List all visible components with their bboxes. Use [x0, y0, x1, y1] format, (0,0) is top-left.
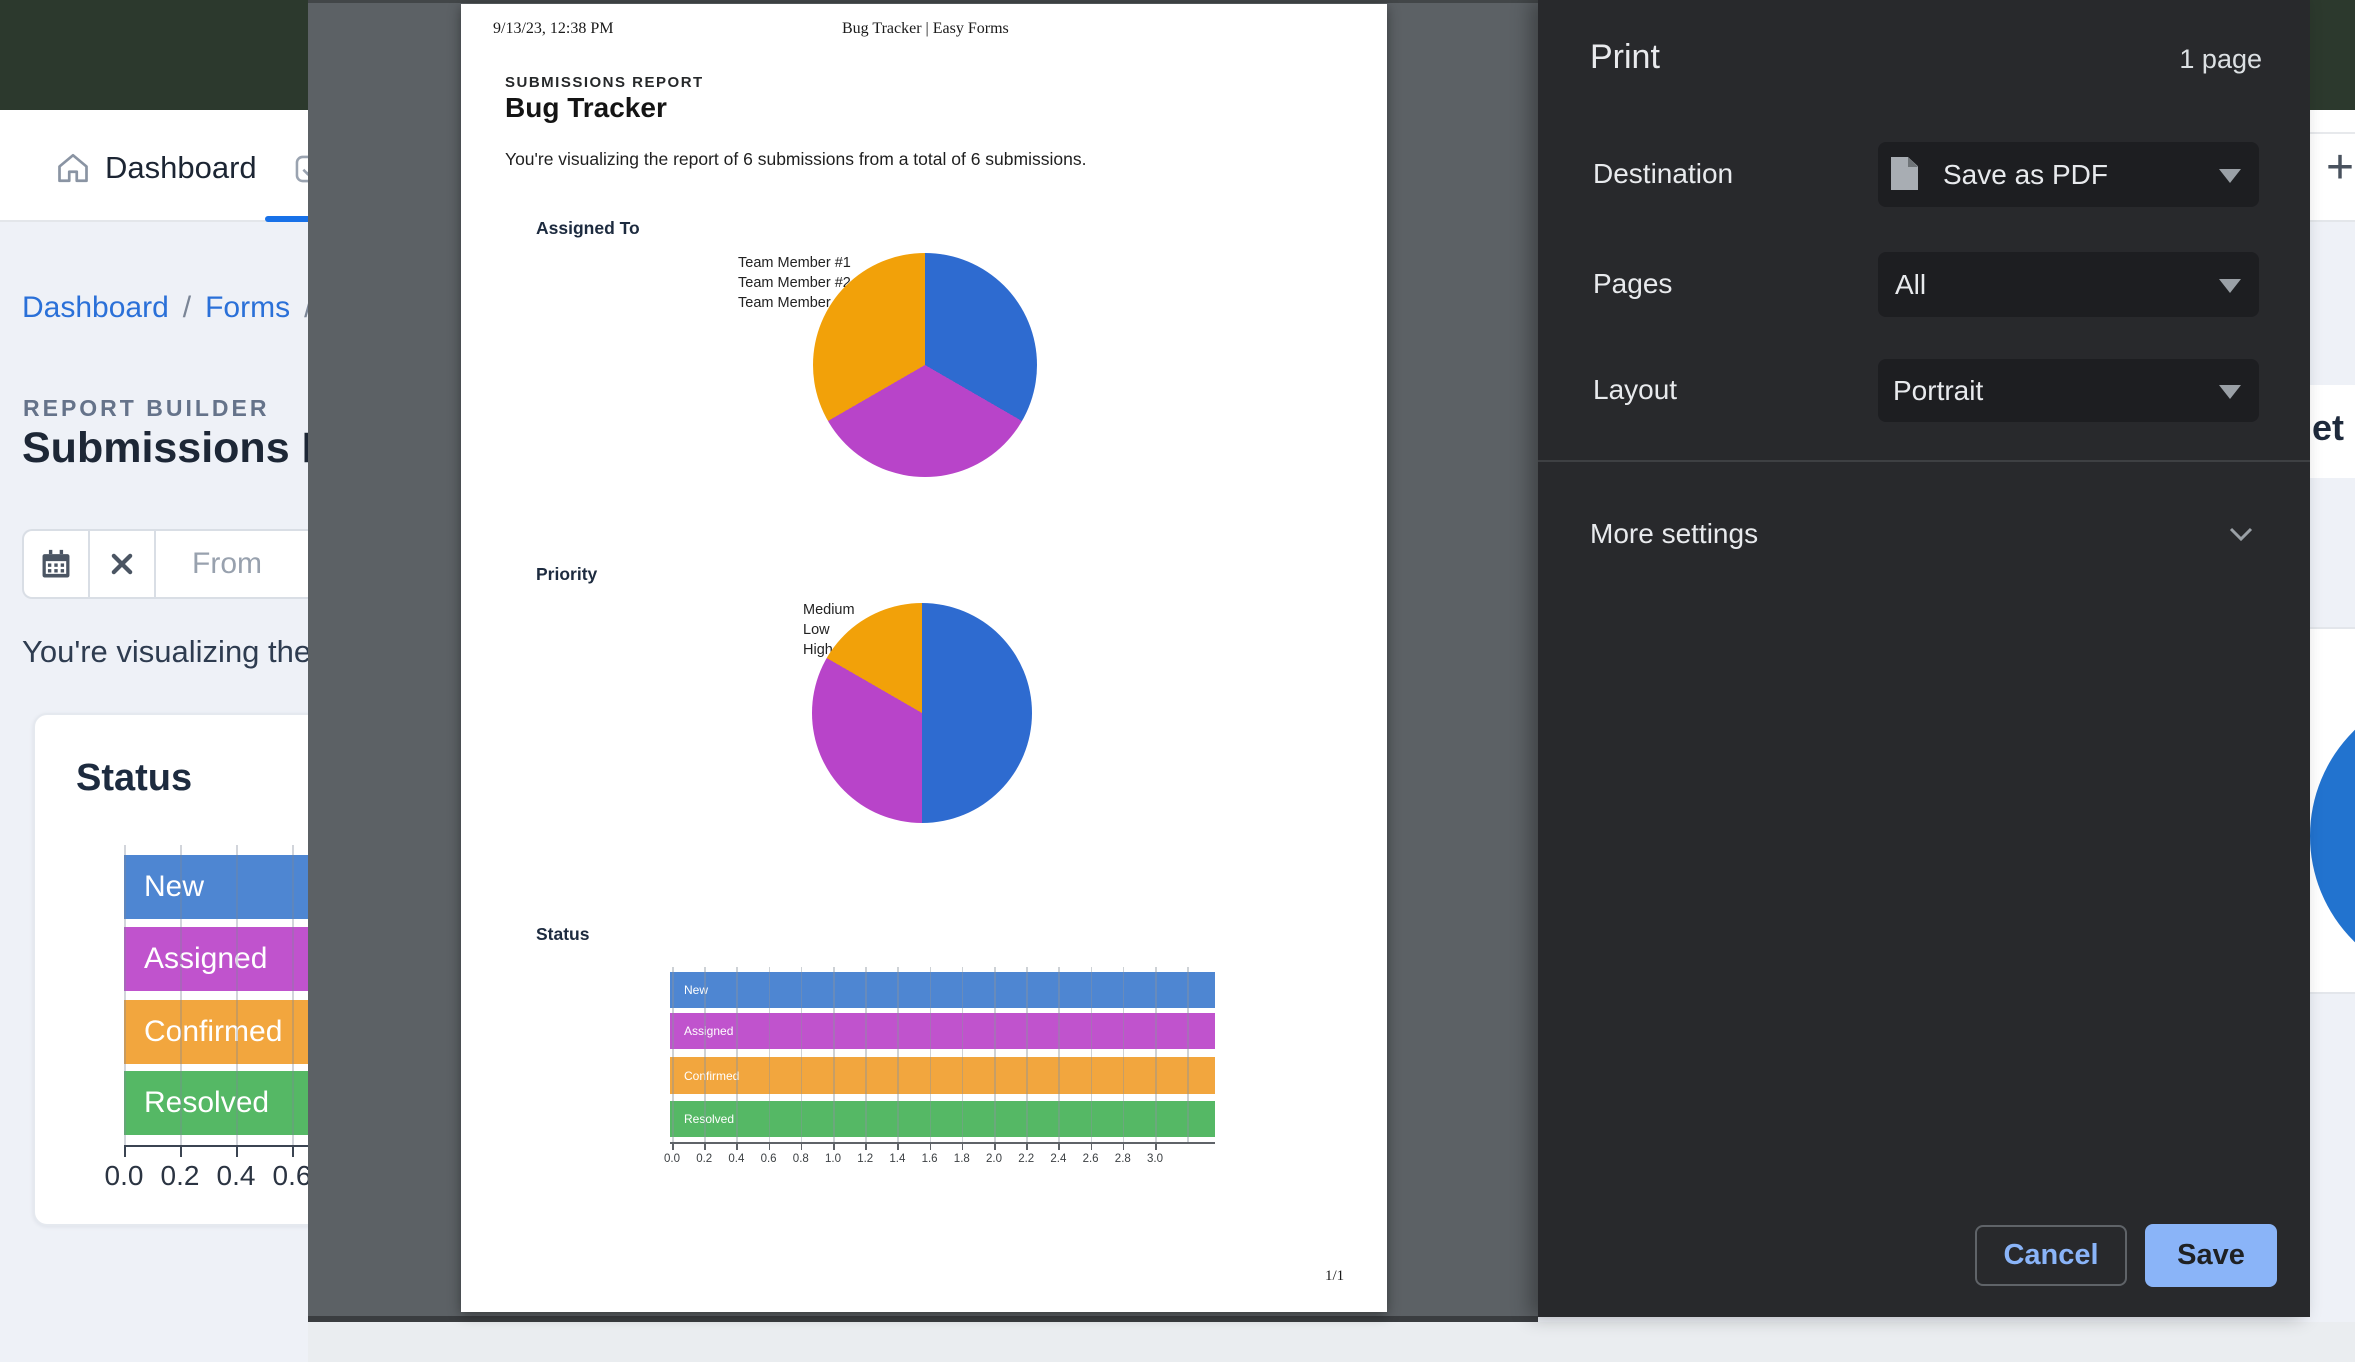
destination-value: Save as PDF	[1943, 159, 2108, 191]
pie-chart-assigned-to	[813, 253, 1037, 477]
breadcrumb-separator: /	[183, 291, 191, 324]
destination-select[interactable]: Save as PDF	[1878, 142, 2259, 207]
legend-swatch-blue	[717, 255, 732, 270]
window-bottom-strip	[308, 1322, 2355, 1362]
clipped-pie-chart	[2310, 688, 2355, 984]
report-title: Bug Tracker	[505, 92, 667, 124]
close-icon	[108, 550, 136, 578]
legend-item: Team Member #2	[717, 274, 851, 291]
breadcrumb-dashboard[interactable]: Dashboard	[22, 291, 169, 324]
more-settings-label: More settings	[1590, 518, 1758, 550]
layout-label: Layout	[1593, 374, 1677, 406]
clipped-button-text: et	[2312, 407, 2344, 449]
chevron-down-icon	[2219, 385, 2241, 399]
chevron-down-icon	[2219, 169, 2241, 183]
bar-resolved: Resolved	[670, 1101, 1215, 1137]
pages-value: All	[1895, 269, 1926, 301]
clipped-button-fragment[interactable]: et	[2308, 385, 2355, 478]
chevron-down-icon	[2226, 524, 2256, 544]
legend-swatch-blue	[782, 602, 797, 617]
clear-date-button[interactable]	[88, 529, 154, 599]
layout-value: Portrait	[1893, 375, 1983, 407]
tab-dashboard-label: Dashboard	[105, 150, 257, 186]
breadcrumb-forms[interactable]: Forms	[205, 291, 290, 324]
bar-new: New	[670, 972, 1215, 1008]
print-header-datetime: 9/13/23, 12:38 PM	[493, 20, 613, 38]
destination-label: Destination	[1593, 158, 1733, 190]
legend-swatch-magenta	[717, 275, 732, 290]
calendar-icon	[39, 547, 73, 581]
report-eyebrow: SUBMISSIONS REPORT	[505, 74, 704, 91]
cancel-button[interactable]: Cancel	[1975, 1225, 2127, 1286]
section-title-status: Status	[536, 924, 589, 945]
pie-chart-priority	[812, 603, 1032, 823]
print-footer-page-number: 1/1	[1325, 1268, 1344, 1285]
print-preview-page: 9/13/23, 12:38 PM Bug Tracker | Easy For…	[461, 4, 1387, 1312]
page-count-badge: 1 page	[2179, 44, 2262, 75]
more-settings-toggle[interactable]: More settings	[1538, 496, 2310, 576]
bar-confirmed: Confirmed	[670, 1057, 1215, 1094]
legend-item: Low	[782, 621, 830, 638]
print-dialog: Print 1 page Destination Save as PDF Pag…	[1538, 0, 2310, 1317]
legend-swatch-orange	[782, 642, 797, 657]
status-bar-chart: New Assigned Confirmed Resolved 0.00.20.…	[670, 963, 1215, 1203]
dialog-divider	[1538, 460, 2310, 462]
report-description: You're visualizing the report of 6 submi…	[505, 149, 1086, 170]
breadcrumb: Dashboard/Forms/	[22, 291, 326, 325]
pages-select[interactable]: All	[1878, 252, 2259, 317]
clipped-chart-card	[2308, 627, 2355, 994]
visualizing-summary: You're visualizing the re	[22, 634, 347, 670]
legend-item: Medium	[782, 601, 855, 618]
chevron-down-icon	[2219, 279, 2241, 293]
legend-swatch-magenta	[782, 622, 797, 637]
home-icon	[55, 150, 91, 186]
section-title-assigned-to: Assigned To	[536, 218, 640, 239]
legend-item: Team Member #1	[717, 254, 851, 271]
print-dialog-title: Print	[1590, 38, 1660, 77]
pdf-file-icon	[1891, 157, 1918, 190]
screen: Dashboard + Dashboard/Forms/ REPORT BUIL…	[0, 0, 2355, 1362]
add-tab-button[interactable]: +	[2326, 140, 2354, 195]
calendar-button[interactable]	[22, 529, 88, 599]
save-button[interactable]: Save	[2145, 1224, 2277, 1287]
print-header-title: Bug Tracker | Easy Forms	[842, 20, 1009, 38]
legend-item: High	[782, 641, 833, 658]
bar-assigned: Assigned	[670, 1013, 1215, 1049]
tab-dashboard[interactable]: Dashboard	[55, 148, 257, 188]
section-title-priority: Priority	[536, 564, 597, 585]
legend-swatch-orange	[717, 295, 732, 310]
nav-divider	[2310, 132, 2355, 134]
report-builder-eyebrow: REPORT BUILDER	[23, 395, 269, 422]
status-x-axis	[670, 1142, 1215, 1144]
layout-select[interactable]: Portrait	[1878, 359, 2259, 422]
pages-label: Pages	[1593, 268, 1672, 300]
